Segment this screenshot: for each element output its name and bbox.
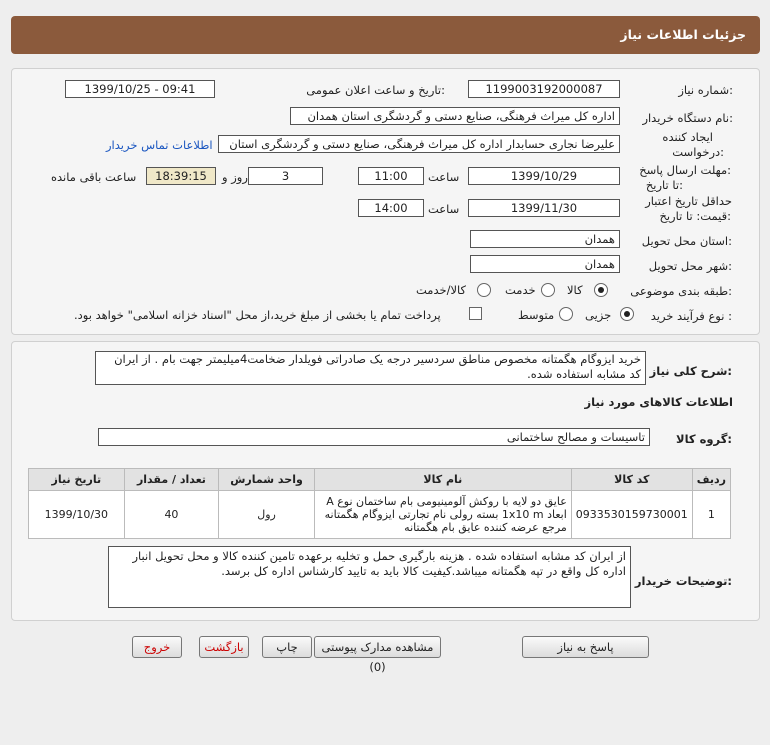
goods-section-title: اطلاعات کالاهای مورد نیاز [584,395,733,409]
page-header: جزئیات اطلاعات نیاز [11,16,760,54]
need-number-label: شماره نیاز: [678,83,733,97]
goods-group-field: تاسیسات و مصالح ساختمانی [98,428,650,446]
deadline-date-field: 1399/10/29 [468,167,620,185]
remaining-time-field: 18:39:15 [146,167,216,185]
validity-label-1: حداقل تاریخ اعتبار [645,194,732,208]
category-goods-label: کالا [567,283,583,297]
purchase-minor-label: جزیی [585,308,612,322]
need-number-field: 1199003192000087 [468,80,620,98]
category-service-label: خدمت [505,283,536,297]
col-name-header: نام کالا [313,468,572,491]
buyer-org-label: نام دستگاه خریدار: [642,111,733,125]
contact-info-link[interactable]: اطلاعات تماس خریدار [106,138,213,152]
deadline-time-field: 11:00 [358,167,424,185]
treasury-note: پرداخت تمام یا بخشی از مبلغ خرید،از محل … [74,308,441,322]
col-qty-header: تعداد / مقدار [123,468,220,491]
validity-label-2: قیمت: تا تاریخ: [659,209,731,223]
deadline-label-1: مهلت ارسال پاسخ: [639,163,731,177]
creator-label-1: ایجاد کننده [662,130,713,144]
cell-date: 1399/10/30 [28,490,125,539]
validity-time-field: 14:00 [358,199,424,217]
validity-time-label: ساعت [428,202,460,216]
goods-group-label: گروه کالا: [676,432,732,446]
goods-table: ردیف کد کالا نام کالا واحد شمارش تعداد /… [28,468,732,539]
cell-row: 1 [691,490,732,539]
attachments-button[interactable]: مشاهده مدارک پیوستی (0) [314,636,441,674]
purchase-medium-radio[interactable] [559,307,573,321]
validity-date-field: 1399/11/30 [468,199,620,217]
page-title: جزئیات اطلاعات نیاز [620,27,746,42]
province-field: همدان [470,230,620,248]
deadline-time-label: ساعت [428,170,460,184]
col-code-header: کد کالا [570,468,693,491]
cell-unit: رول [218,490,315,539]
print-button[interactable]: چاپ [262,636,312,658]
summary-label: شرح کلی نیاز: [649,364,732,378]
announce-field: 1399/10/25 - 09:41 [65,80,215,98]
category-goods-radio[interactable] [594,283,608,297]
table-row: 1 0933530159730001 عایق دو لایه با روکش … [28,490,732,539]
city-label: شهر محل تحویل: [648,259,732,273]
purchase-type-label: نوع فرآیند خرید : [650,309,732,323]
exit-button[interactable]: خروج [132,636,182,658]
category-service-radio[interactable] [541,283,555,297]
reply-button[interactable]: پاسخ به نیاز [522,636,649,658]
col-unit-header: واحد شمارش [218,468,315,491]
category-goods-service-radio[interactable] [477,283,491,297]
province-label: استان محل تحویل: [641,234,732,248]
days-label: روز و [222,170,248,184]
deadline-label-2: تا تاریخ: [645,178,683,192]
creator-label-2: درخواست: [672,145,724,159]
goods-table-header: ردیف کد کالا نام کالا واحد شمارش تعداد /… [28,468,732,491]
buyer-org-field: اداره کل میراث فرهنگی، صنایع دستی و گردش… [290,107,620,125]
col-date-header: تاریخ نیاز [28,468,125,491]
summary-field: خرید ایزوگام هگمتانه مخصوص مناطق سردسیر … [95,351,646,385]
creator-field: علیرضا نجاری حسابدار اداره کل میراث فرهن… [218,135,620,153]
days-field: 3 [248,167,323,185]
purchase-minor-radio[interactable] [620,307,634,321]
buyer-notes-field: از ایران کد مشابه استفاده شده . هزینه با… [108,546,631,608]
city-field: همدان [470,255,620,273]
buyer-notes-label: توضیحات خریدار: [634,574,732,588]
category-label: طبقه بندی موضوعی: [630,284,732,298]
category-goods-service-label: کالا/خدمت [416,283,467,297]
cell-qty: 40 [123,490,220,539]
purchase-medium-label: متوسط [518,308,555,322]
announce-label: تاریخ و ساعت اعلان عمومی: [306,83,445,97]
cell-name: عایق دو لایه با روکش آلومینیومی بام ساخت… [313,490,572,539]
cell-code: 0933530159730001 [570,490,693,539]
col-row-header: ردیف [691,468,732,491]
remaining-label: ساعت باقی مانده [51,170,137,184]
treasury-checkbox[interactable] [469,307,482,320]
back-button[interactable]: بازگشت [199,636,249,658]
